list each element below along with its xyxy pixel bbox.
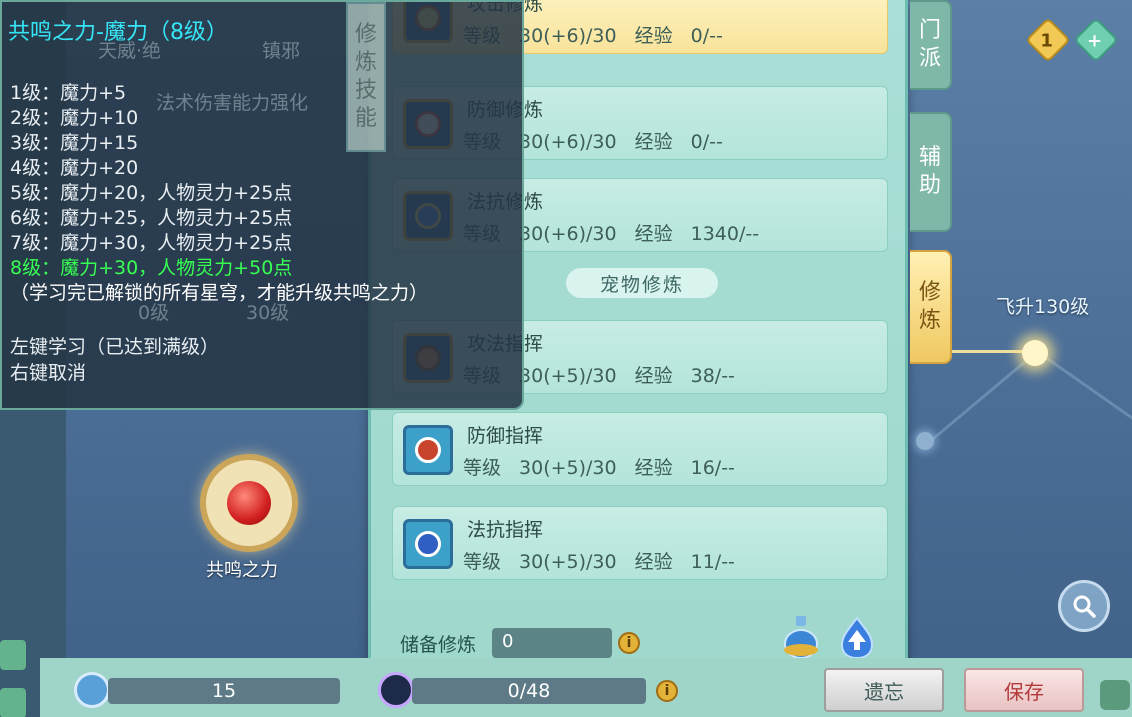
- pet-skill-card-defense[interactable]: 防御指挥 等级 30(+5)/30 经验 16/--: [392, 412, 888, 486]
- progress-info-icon[interactable]: i: [656, 680, 678, 702]
- tab-cultivation[interactable]: 修 炼: [910, 250, 952, 364]
- tab-sect[interactable]: 门 派: [910, 0, 952, 90]
- pet-skill-card-magic-resist[interactable]: 法抗指挥 等级 30(+5)/30 经验 11/--: [392, 506, 888, 580]
- level-value: 30(+6)/30: [519, 25, 617, 47]
- skill-point-icon: [74, 672, 110, 708]
- exp-value: 38/--: [690, 365, 735, 387]
- tooltip-title: 共鸣之力-魔力（8级）: [8, 20, 228, 45]
- ascend-level-label: 飞升130级: [996, 296, 1090, 318]
- progress-bar: 0/48: [412, 678, 646, 704]
- level-label: 等级: [463, 457, 502, 479]
- skill-points-bar: 15: [108, 678, 340, 704]
- level-line: 7级：魔力+30，人物灵力+25点: [10, 232, 293, 254]
- level-line: 5级：魔力+20，人物灵力+25点: [10, 182, 293, 204]
- flame-upgrade-icon[interactable]: [838, 616, 876, 660]
- level-value: 30(+6)/30: [519, 223, 617, 245]
- reserve-value: 0: [492, 628, 612, 658]
- exp-value: 0/--: [690, 131, 723, 153]
- level-value: 30(+5)/30: [519, 551, 617, 573]
- tab-char: 门: [918, 18, 941, 43]
- bg-tab: 镇邪: [262, 40, 301, 62]
- potion-icon[interactable]: [782, 614, 820, 660]
- tab-assist[interactable]: 辅 助: [910, 112, 952, 232]
- reserve-info-icon[interactable]: i: [618, 632, 640, 654]
- exp-label: 经验: [634, 131, 673, 153]
- red-gem-icon: [227, 481, 271, 525]
- notes-side-button[interactable]: [0, 688, 26, 717]
- currency-count: 1: [1040, 30, 1053, 52]
- level-label: 等级: [463, 551, 502, 573]
- ascend-star-node[interactable]: [1022, 340, 1048, 366]
- skill-name: 法抗指挥: [467, 519, 544, 541]
- cultivation-skill-tab[interactable]: 修 炼 技 能: [346, 2, 386, 152]
- skill-stats: 等级 30(+5)/30 经验 11/--: [463, 547, 753, 574]
- search-icon: [1073, 595, 1096, 618]
- tab-char: 炼: [918, 308, 941, 333]
- level-value: 30(+5)/30: [519, 365, 617, 387]
- level-line-current: 8级：魔力+30，人物灵力+50点: [10, 257, 293, 279]
- exp-label: 经验: [634, 223, 673, 245]
- bg-desc: 法术伤害能力强化: [156, 92, 309, 114]
- pet-cultivation-header: 宠物修炼: [566, 268, 718, 298]
- level-line: 6级：魔力+25，人物灵力+25点: [10, 207, 293, 229]
- exp-value: 16/--: [690, 457, 735, 479]
- level-line: 2级：魔力+10: [10, 107, 139, 129]
- tooltip-action-cancel: 右键取消: [10, 362, 87, 384]
- tab-char: 派: [918, 46, 941, 71]
- plus-icon: +: [1087, 30, 1103, 52]
- search-button[interactable]: [1058, 580, 1110, 632]
- skill-stats: 等级 30(+5)/30 经验 16/--: [463, 453, 753, 480]
- moon-icon: [378, 672, 414, 708]
- level-value: 30(+5)/30: [519, 457, 617, 479]
- level-line: 3级：魔力+15: [10, 132, 139, 154]
- exp-label: 经验: [634, 25, 673, 47]
- pet-magic-resist-icon: [403, 519, 453, 569]
- level-line: 4级：魔力+20: [10, 157, 139, 179]
- tooltip-action-learn: 左键学习（已达到满级）: [10, 336, 220, 358]
- exp-label: 经验: [634, 457, 673, 479]
- forget-button[interactable]: 遗忘: [824, 668, 944, 712]
- pet-defense-icon: [403, 425, 453, 475]
- level-value: 30(+6)/30: [519, 131, 617, 153]
- tab-char: 技: [354, 78, 377, 103]
- tab-char: 修: [354, 22, 377, 47]
- tab-char: 助: [918, 173, 941, 198]
- exp-value: 0/--: [690, 25, 723, 47]
- share-icon[interactable]: [1100, 680, 1130, 710]
- tooltip-panel: 天威·绝 镇邪 法术伤害能力强化 0级 30级 修 炼 技 能 共鸣之力-魔力（…: [0, 0, 524, 410]
- save-button[interactable]: 保存: [964, 668, 1084, 712]
- reserve-label: 储备修炼: [400, 634, 477, 656]
- exp-label: 经验: [634, 551, 673, 573]
- level-line: 1级：魔力+5: [10, 82, 127, 104]
- exp-value: 11/--: [690, 551, 735, 573]
- tooltip-note: （学习完已解锁的所有星穹，才能升级共鸣之力）: [10, 282, 429, 304]
- tab-char: 辅: [918, 145, 941, 170]
- exp-value: 1340/--: [690, 223, 760, 245]
- tab-char: 修: [918, 280, 941, 305]
- tab-char: 能: [354, 106, 377, 131]
- star-node[interactable]: [916, 432, 934, 450]
- exp-label: 经验: [634, 365, 673, 387]
- tab-char: 炼: [354, 50, 377, 75]
- skill-name: 防御指挥: [467, 425, 544, 447]
- info-side-button[interactable]: [0, 640, 26, 670]
- resonance-label: 共鸣之力: [206, 560, 278, 581]
- resonance-node[interactable]: [200, 454, 298, 552]
